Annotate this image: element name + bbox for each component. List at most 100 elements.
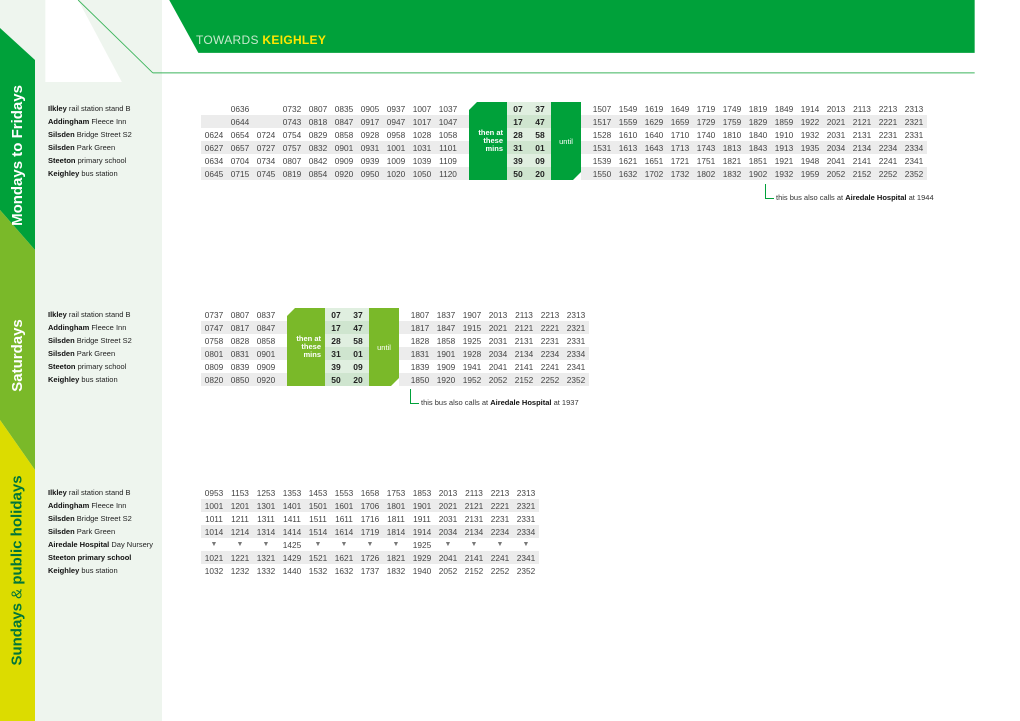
departure-time: 2234 <box>537 347 563 360</box>
gap <box>461 115 469 128</box>
departure-time: 2031 <box>488 335 508 346</box>
departure-time: 1047 <box>435 115 461 128</box>
stop-name: Silsden Bridge Street S2 <box>46 128 201 141</box>
departure-time <box>201 115 227 128</box>
stop-name: Ilkley rail station stand B <box>46 308 201 321</box>
departure-time: 1913 <box>771 141 797 154</box>
gap <box>399 334 407 347</box>
departure-time: 1014 <box>201 525 227 538</box>
departure-time: 1849 <box>774 103 794 114</box>
departure-time: 0732 <box>282 103 302 114</box>
frequency-minute: 50 <box>507 167 529 180</box>
departure-time: 1549 <box>618 103 638 114</box>
departure-time: 2234 <box>875 141 901 154</box>
departure-time: 1058 <box>438 129 458 140</box>
stop-detail: primary school <box>77 362 127 371</box>
stop-town: Ilkley <box>48 104 67 113</box>
departure-time: 1749 <box>722 103 742 114</box>
departure-time: 1753 <box>386 487 406 498</box>
departure-time: 1941 <box>462 361 482 372</box>
departure-time: 2041 <box>826 155 846 166</box>
departure-time: 1732 <box>667 167 693 180</box>
departure-time: 0847 <box>331 115 357 128</box>
departure-time: 1909 <box>436 361 456 372</box>
label-sundays: Sundays & public holidays <box>0 470 35 670</box>
departure-time: 2121 <box>461 499 487 512</box>
gap <box>399 373 407 386</box>
stop-name: Addingham Fleece Inn <box>46 499 201 512</box>
departure-time: 0909 <box>334 155 354 166</box>
departure-time: 2252 <box>875 167 901 180</box>
frequency-until-label: until <box>369 308 399 386</box>
stop-town: Keighley <box>48 375 80 384</box>
departure-time: 1521 <box>305 551 331 564</box>
departure-time: 1314 <box>253 525 279 538</box>
departure-time: 1414 <box>279 525 305 538</box>
note-suffix: at 1937 <box>553 398 579 407</box>
departure-time: 1214 <box>227 525 253 538</box>
departure-time: 1959 <box>797 167 823 180</box>
departure-time: 1611 <box>335 513 353 524</box>
departure-time: 2252 <box>490 565 510 576</box>
departure-time: 1640 <box>644 129 664 140</box>
departure-time <box>201 102 227 115</box>
frequency-then-label: then at these mins <box>287 308 325 386</box>
stop-name: Airedale Hospital Day Nursery <box>46 538 201 551</box>
frequency-minute: 07 <box>507 102 529 115</box>
stop-detail: Day Nursery <box>111 540 154 549</box>
departure-time: 1928 <box>459 347 485 360</box>
gap <box>399 321 407 334</box>
departure-time: 1828 <box>410 335 430 346</box>
departure-time: 1632 <box>615 167 641 180</box>
departure-time: 1120 <box>435 167 461 180</box>
stop-detail: Fleece Inn <box>91 501 127 510</box>
table-row: Silsden Bridge Street S2 1011 1211 1311 1411… <box>46 512 539 525</box>
departure-time: 1948 <box>800 155 820 166</box>
frequency-minute: 28 <box>325 334 347 347</box>
departure-time: 1201 <box>227 499 253 512</box>
gap <box>461 167 469 180</box>
departure-time: 1507 <box>592 103 612 114</box>
departure-time: 0636 <box>230 103 250 114</box>
departure-time: 0727 <box>253 141 279 154</box>
departure-time: 1619 <box>644 103 664 114</box>
departure-time: 0757 <box>279 141 305 154</box>
departure-time: 1810 <box>722 129 742 140</box>
departure-time: 0809 <box>204 361 224 372</box>
table-row: Keighley bus station 1032 1232 1332 1440 1532… <box>46 564 539 577</box>
departure-time: 2341 <box>513 551 539 564</box>
departure-time: 2231 <box>540 335 560 346</box>
departure-time: 2034 <box>823 141 849 154</box>
departure-time: 1032 <box>204 565 224 576</box>
stop-town: Steeton <box>48 362 76 371</box>
departure-time: 0937 <box>386 103 406 114</box>
departure-time: 2152 <box>511 373 537 386</box>
departure-time: 1311 <box>257 513 275 524</box>
departure-time: 2021 <box>823 115 849 128</box>
departure-time: 2013 <box>826 103 846 114</box>
stop-detail: Bridge Street S2 <box>76 514 132 523</box>
frequency-minute: 47 <box>529 115 551 128</box>
departure-time: 1843 <box>745 141 771 154</box>
gap <box>399 347 407 360</box>
frequency-minute: 17 <box>507 115 529 128</box>
departure-time: 2213 <box>540 309 560 320</box>
departure-time: 0634 <box>204 155 224 166</box>
departure-time: 2113 <box>465 487 483 498</box>
departure-time: 2141 <box>461 551 487 564</box>
departure-time: 1425 <box>282 539 302 550</box>
departure-time <box>253 102 279 115</box>
gap <box>581 167 589 180</box>
departure-time: 1007 <box>412 103 432 114</box>
departure-time: 1021 <box>201 551 227 564</box>
departure-time: 1001 <box>383 141 409 154</box>
departure-time: 1840 <box>748 129 768 140</box>
departure-time: 0657 <box>227 141 253 154</box>
departure-time: 0953 <box>204 487 224 498</box>
departure-time: 2113 <box>515 309 533 320</box>
departure-time: 1853 <box>412 487 432 498</box>
weekday-note-bracket <box>765 184 774 199</box>
departure-time: 1914 <box>409 525 435 538</box>
departure-time: 2031 <box>826 129 846 140</box>
departure-time: 1859 <box>771 115 797 128</box>
